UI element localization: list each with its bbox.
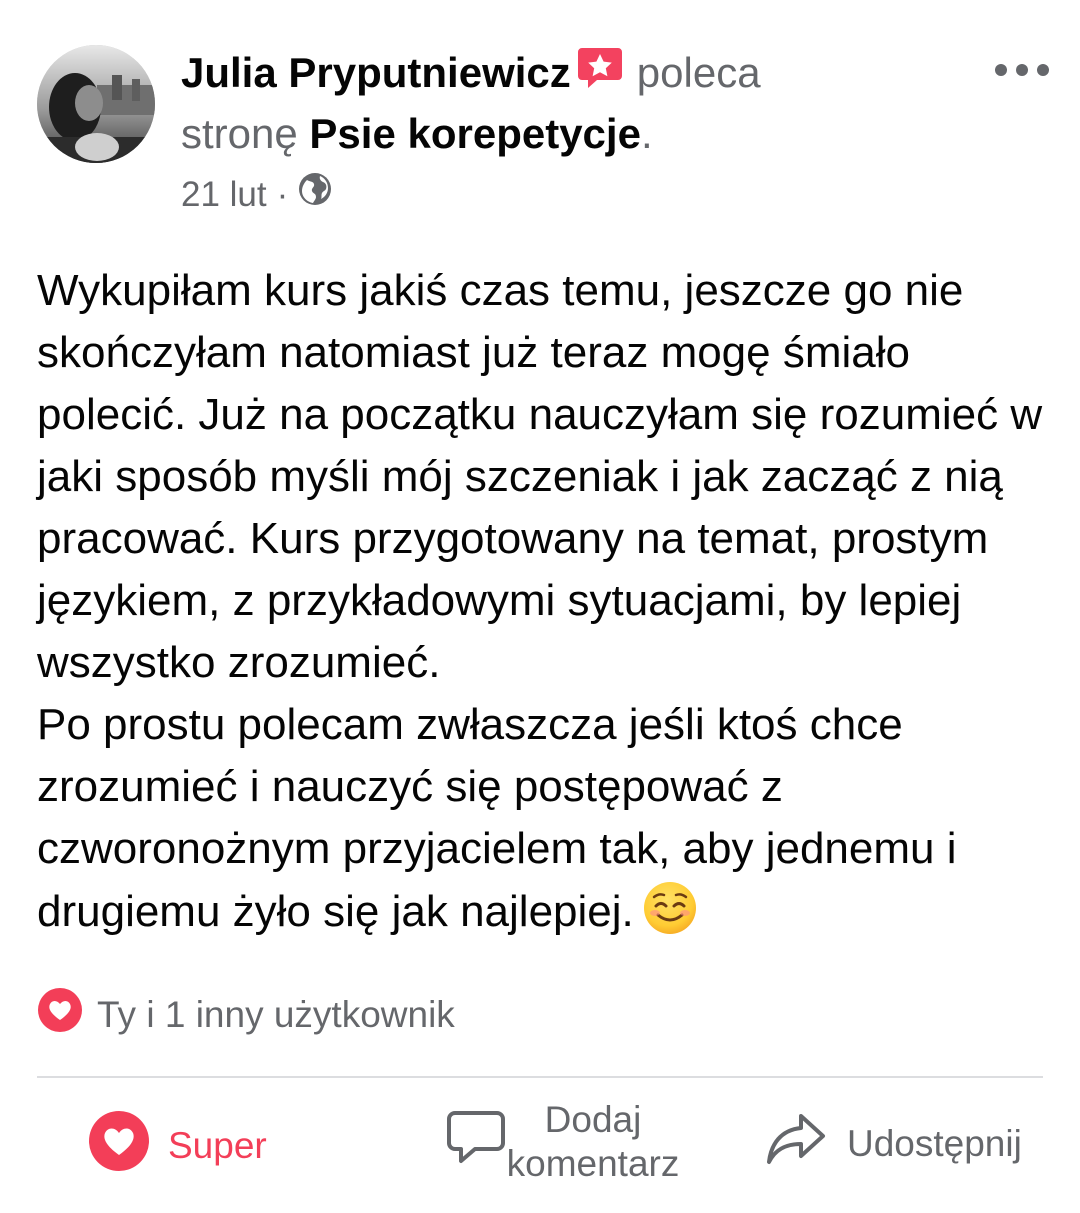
action-bar: Super Dodaj komentarz Udostępnij xyxy=(0,1090,1080,1200)
more-options-button[interactable] xyxy=(990,50,1054,90)
recommends-text: poleca xyxy=(636,49,761,96)
author-name[interactable]: Julia Pryputniewicz xyxy=(181,49,571,96)
post-meta: 21 lut · xyxy=(181,172,332,218)
more-horizontal-icon xyxy=(995,64,1049,76)
heart-icon xyxy=(88,1110,150,1181)
comment-label-line1: Dodaj xyxy=(544,1099,642,1140)
post-paragraph: Wykupiłam kurs jakiś czas temu, jeszcze … xyxy=(37,266,1043,687)
love-reaction-button[interactable]: Super xyxy=(88,1110,267,1181)
share-icon xyxy=(765,1110,827,1177)
reactions-text: Ty i 1 inny użytkownik xyxy=(97,993,455,1035)
share-button[interactable]: Udostępnij xyxy=(765,1110,1022,1177)
post-date[interactable]: 21 lut xyxy=(181,172,267,218)
like-label: Super xyxy=(168,1124,267,1166)
meta-separator: · xyxy=(276,175,289,214)
comment-button[interactable]: Dodaj komentarz xyxy=(445,1098,707,1186)
divider xyxy=(37,1076,1043,1078)
post-paragraph-text: Po prostu polecam zwłaszcza jeśli ktoś c… xyxy=(37,700,957,936)
share-label: Udostępnij xyxy=(847,1122,1022,1164)
post-header: Julia Pryputniewicz poleca stronę Psie k… xyxy=(0,0,1080,240)
avatar[interactable] xyxy=(37,45,155,163)
globe-icon[interactable] xyxy=(298,172,332,218)
post-title-line: Julia Pryputniewicz poleca stronę Psie k… xyxy=(181,44,921,163)
page-suffix: . xyxy=(640,110,653,157)
smiling-face-icon xyxy=(642,880,698,953)
post-paragraph-2: Po prostu polecam zwłaszcza jeśli ktoś c… xyxy=(37,694,1047,953)
reactions-summary[interactable]: Ty i 1 inny użytkownik xyxy=(37,987,455,1042)
heart-icon xyxy=(37,987,83,1042)
comment-label-line2: komentarz xyxy=(506,1143,680,1184)
post-body: Wykupiłam kurs jakiś czas temu, jeszcze … xyxy=(37,260,1047,953)
recommendation-icon xyxy=(577,46,623,105)
page-prefix: stronę xyxy=(181,110,298,157)
page-name-link[interactable]: Psie korepetycje xyxy=(309,110,641,157)
comment-label: Dodaj komentarz xyxy=(493,1098,693,1186)
avatar-photo xyxy=(37,45,155,163)
